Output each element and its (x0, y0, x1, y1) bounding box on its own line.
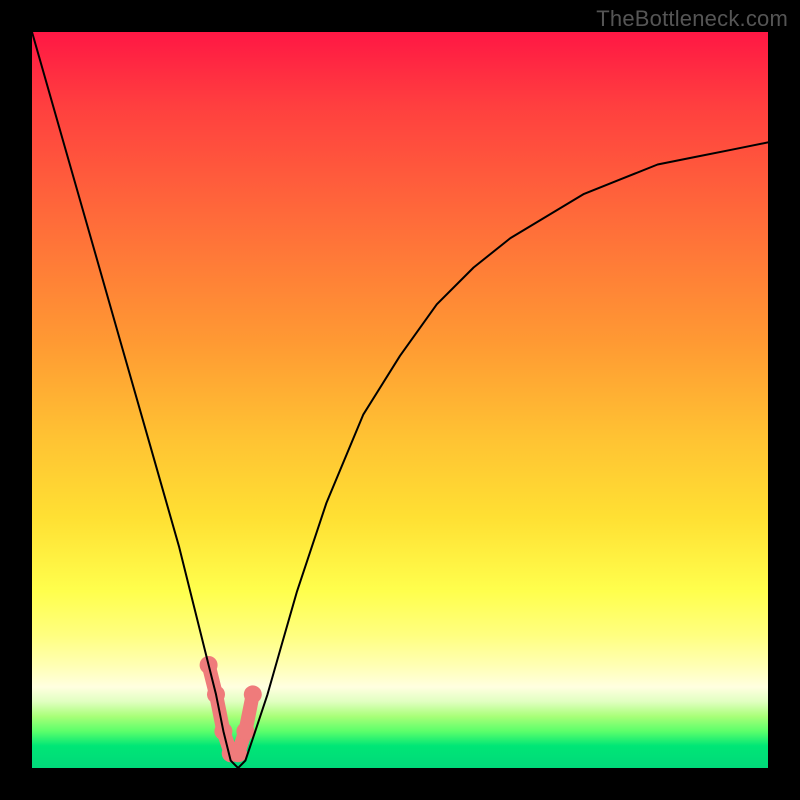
bottleneck-curve (32, 32, 768, 768)
marker-dot (229, 744, 247, 762)
chart-frame: TheBottleneck.com (0, 0, 800, 800)
marker-dot (236, 722, 254, 740)
watermark-text: TheBottleneck.com (596, 6, 788, 32)
plot-area (32, 32, 768, 768)
plot-svg (32, 32, 768, 768)
marker-dot (244, 685, 262, 703)
